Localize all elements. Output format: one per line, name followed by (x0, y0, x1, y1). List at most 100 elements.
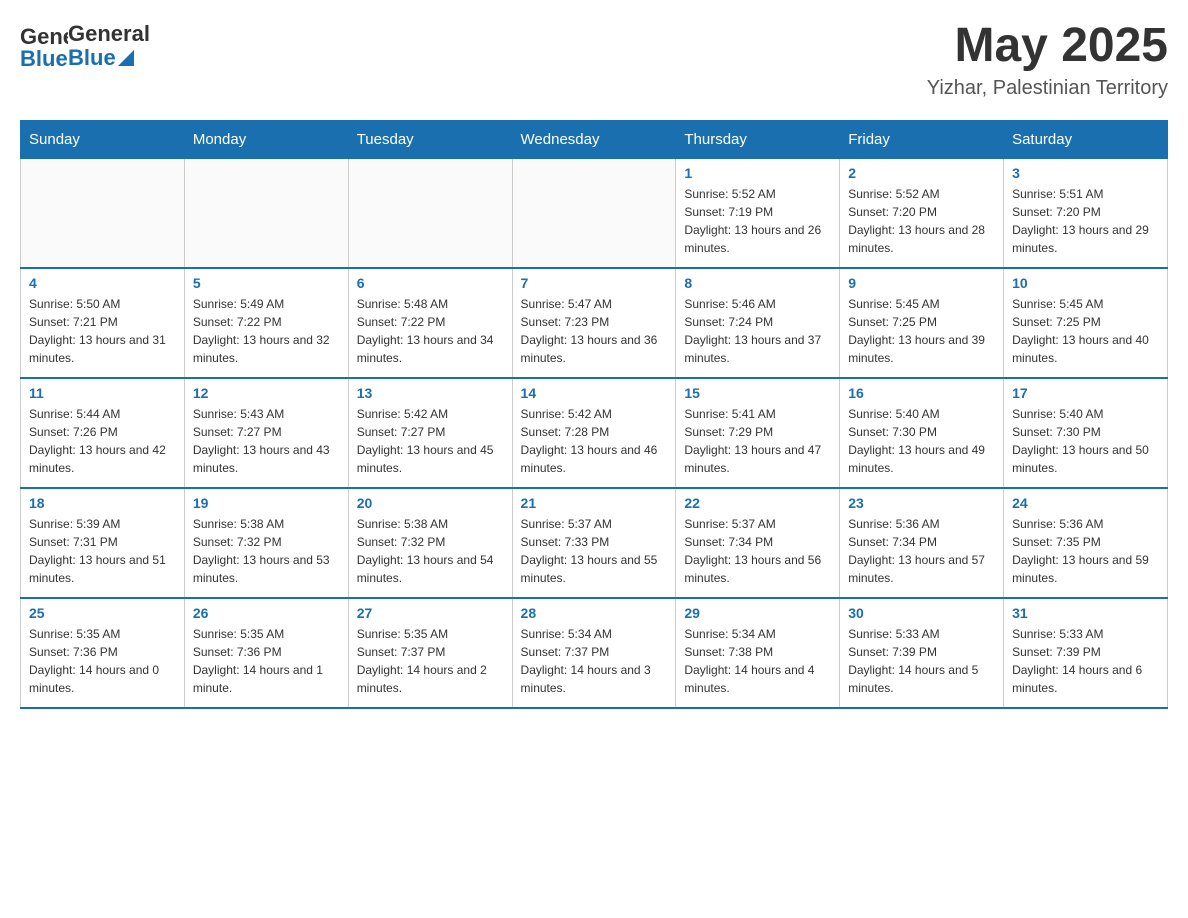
calendar-cell: 11Sunrise: 5:44 AMSunset: 7:26 PMDayligh… (21, 378, 185, 488)
day-number: 30 (848, 605, 995, 621)
day-info: Sunrise: 5:34 AMSunset: 7:38 PMDaylight:… (684, 625, 831, 697)
calendar-cell (348, 158, 512, 268)
calendar-cell: 3 Sunrise: 5:51 AMSunset: 7:20 PMDaylight… (1004, 158, 1168, 268)
header-saturday: Saturday (1004, 120, 1168, 158)
day-info: Sunrise: 5:38 AMSunset: 7:32 PMDaylight:… (357, 515, 504, 587)
calendar-row-1: 1Sunrise: 5:52 AMSunset: 7:19 PMDaylight… (21, 158, 1168, 268)
header-friday: Friday (840, 120, 1004, 158)
svg-text:Blue: Blue (20, 46, 68, 71)
day-info: Sunrise: 5:51 AMSunset: 7:20 PMDaylight:… (1012, 185, 1159, 257)
day-info: Sunrise: 5:50 AMSunset: 7:21 PMDaylight:… (29, 295, 176, 367)
calendar-cell: 21 Sunrise: 5:37 AMSunset: 7:33 PMDayligh… (512, 488, 676, 598)
page-header: General Blue General Blue May 2025 Yizha… (20, 20, 1168, 100)
day-number: 31 (1012, 605, 1159, 621)
calendar-cell: 1Sunrise: 5:52 AMSunset: 7:19 PMDaylight… (676, 158, 840, 268)
calendar-cell: 18 Sunrise: 5:39 AMSunset: 7:31 PMDayligh… (21, 488, 185, 598)
logo: General Blue General Blue (20, 20, 150, 72)
calendar-cell: 20 Sunrise: 5:38 AMSunset: 7:32 PMDayligh… (348, 488, 512, 598)
day-number: 13 (357, 385, 504, 401)
day-number: 25 (29, 605, 176, 621)
day-info: Sunrise: 5:48 AMSunset: 7:22 PMDaylight:… (357, 295, 504, 367)
day-number: 2 (848, 165, 995, 181)
calendar-cell: 30Sunrise: 5:33 AMSunset: 7:39 PMDayligh… (840, 598, 1004, 708)
location-subtitle: Yizhar, Palestinian Territory (927, 77, 1168, 100)
day-info: Sunrise: 5:34 AMSunset: 7:37 PMDaylight:… (521, 625, 668, 697)
day-info: Sunrise: 5:38 AMSunset: 7:32 PMDaylight:… (193, 515, 340, 587)
calendar-cell (512, 158, 676, 268)
day-number: 24 (1012, 495, 1159, 511)
day-info: Sunrise: 5:45 AMSunset: 7:25 PMDaylight:… (1012, 295, 1159, 367)
title-block: May 2025 Yizhar, Palestinian Territory (927, 20, 1168, 100)
logo-triangle-icon (118, 50, 134, 66)
day-info: Sunrise: 5:40 AMSunset: 7:30 PMDaylight:… (1012, 405, 1159, 477)
calendar-cell: 28 Sunrise: 5:34 AMSunset: 7:37 PMDayligh… (512, 598, 676, 708)
day-number: 5 (193, 275, 340, 291)
day-number: 19 (193, 495, 340, 511)
day-info: Sunrise: 5:52 AMSunset: 7:19 PMDaylight:… (684, 185, 831, 257)
month-title: May 2025 (927, 20, 1168, 73)
calendar-cell: 12Sunrise: 5:43 AMSunset: 7:27 PMDayligh… (184, 378, 348, 488)
calendar-cell: 10 Sunrise: 5:45 AMSunset: 7:25 PMDayligh… (1004, 268, 1168, 378)
calendar-cell: 24 Sunrise: 5:36 AMSunset: 7:35 PMDayligh… (1004, 488, 1168, 598)
day-info: Sunrise: 5:37 AMSunset: 7:33 PMDaylight:… (521, 515, 668, 587)
day-number: 23 (848, 495, 995, 511)
day-number: 18 (29, 495, 176, 511)
day-info: Sunrise: 5:40 AMSunset: 7:30 PMDaylight:… (848, 405, 995, 477)
day-number: 27 (357, 605, 504, 621)
day-number: 3 (1012, 165, 1159, 181)
day-info: Sunrise: 5:49 AMSunset: 7:22 PMDaylight:… (193, 295, 340, 367)
logo-blue-text: Blue (68, 46, 116, 70)
day-number: 16 (848, 385, 995, 401)
day-info: Sunrise: 5:39 AMSunset: 7:31 PMDaylight:… (29, 515, 176, 587)
day-info: Sunrise: 5:47 AMSunset: 7:23 PMDaylight:… (521, 295, 668, 367)
logo-icon: General Blue (20, 20, 68, 72)
calendar-cell: 17 Sunrise: 5:40 AMSunset: 7:30 PMDayligh… (1004, 378, 1168, 488)
calendar-cell: 14Sunrise: 5:42 AMSunset: 7:28 PMDayligh… (512, 378, 676, 488)
calendar-cell (184, 158, 348, 268)
calendar-row-3: 11Sunrise: 5:44 AMSunset: 7:26 PMDayligh… (21, 378, 1168, 488)
day-info: Sunrise: 5:42 AMSunset: 7:27 PMDaylight:… (357, 405, 504, 477)
calendar-header: Sunday Monday Tuesday Wednesday Thursday… (21, 120, 1168, 158)
calendar-row-4: 18 Sunrise: 5:39 AMSunset: 7:31 PMDayligh… (21, 488, 1168, 598)
day-number: 28 (521, 605, 668, 621)
calendar-cell: 4 Sunrise: 5:50 AMSunset: 7:21 PMDaylight… (21, 268, 185, 378)
day-info: Sunrise: 5:42 AMSunset: 7:28 PMDaylight:… (521, 405, 668, 477)
logo-general-text: General (68, 22, 150, 46)
day-number: 6 (357, 275, 504, 291)
calendar-cell: 6 Sunrise: 5:48 AMSunset: 7:22 PMDaylight… (348, 268, 512, 378)
calendar-cell: 26Sunrise: 5:35 AMSunset: 7:36 PMDayligh… (184, 598, 348, 708)
day-info: Sunrise: 5:37 AMSunset: 7:34 PMDaylight:… (684, 515, 831, 587)
day-number: 10 (1012, 275, 1159, 291)
header-wednesday: Wednesday (512, 120, 676, 158)
header-monday: Monday (184, 120, 348, 158)
calendar-cell: 25Sunrise: 5:35 AMSunset: 7:36 PMDayligh… (21, 598, 185, 708)
calendar-cell: 29 Sunrise: 5:34 AMSunset: 7:38 PMDayligh… (676, 598, 840, 708)
day-info: Sunrise: 5:36 AMSunset: 7:34 PMDaylight:… (848, 515, 995, 587)
calendar-cell: 2 Sunrise: 5:52 AMSunset: 7:20 PMDaylight… (840, 158, 1004, 268)
calendar-cell: 7Sunrise: 5:47 AMSunset: 7:23 PMDaylight… (512, 268, 676, 378)
day-info: Sunrise: 5:33 AMSunset: 7:39 PMDaylight:… (1012, 625, 1159, 697)
day-number: 9 (848, 275, 995, 291)
calendar-cell: 15Sunrise: 5:41 AMSunset: 7:29 PMDayligh… (676, 378, 840, 488)
day-number: 4 (29, 275, 176, 291)
day-number: 20 (357, 495, 504, 511)
day-number: 11 (29, 385, 176, 401)
calendar-cell: 5 Sunrise: 5:49 AMSunset: 7:22 PMDaylight… (184, 268, 348, 378)
calendar-table: Sunday Monday Tuesday Wednesday Thursday… (20, 120, 1168, 710)
calendar-cell: 23 Sunrise: 5:36 AMSunset: 7:34 PMDayligh… (840, 488, 1004, 598)
day-info: Sunrise: 5:35 AMSunset: 7:36 PMDaylight:… (193, 625, 340, 697)
day-number: 12 (193, 385, 340, 401)
day-number: 8 (684, 275, 831, 291)
calendar-row-2: 4 Sunrise: 5:50 AMSunset: 7:21 PMDaylight… (21, 268, 1168, 378)
day-number: 29 (684, 605, 831, 621)
day-info: Sunrise: 5:36 AMSunset: 7:35 PMDaylight:… (1012, 515, 1159, 587)
day-info: Sunrise: 5:35 AMSunset: 7:37 PMDaylight:… (357, 625, 504, 697)
day-info: Sunrise: 5:46 AMSunset: 7:24 PMDaylight:… (684, 295, 831, 367)
day-info: Sunrise: 5:52 AMSunset: 7:20 PMDaylight:… (848, 185, 995, 257)
header-tuesday: Tuesday (348, 120, 512, 158)
calendar-cell (21, 158, 185, 268)
calendar-cell: 27 Sunrise: 5:35 AMSunset: 7:37 PMDayligh… (348, 598, 512, 708)
day-number: 17 (1012, 385, 1159, 401)
day-number: 21 (521, 495, 668, 511)
day-info: Sunrise: 5:41 AMSunset: 7:29 PMDaylight:… (684, 405, 831, 477)
